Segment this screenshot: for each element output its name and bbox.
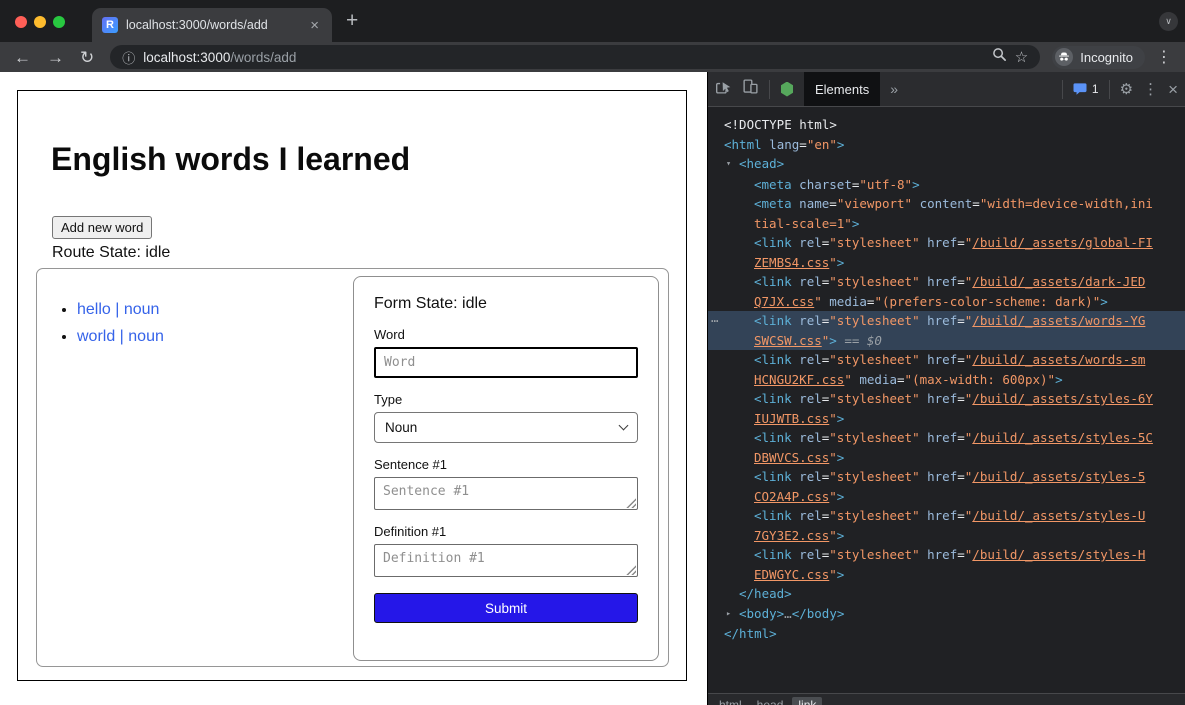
app-container: English words I learned Add new word Rou…	[17, 90, 687, 681]
url-path: /words/add	[230, 50, 296, 65]
definition-textarea[interactable]	[374, 544, 638, 577]
toolbar-separator	[1109, 80, 1110, 99]
toolbar-separator	[769, 80, 770, 99]
fullscreen-button[interactable]	[53, 16, 65, 28]
titlebar: R localhost:3000/words/add × + ∨	[0, 0, 1185, 42]
add-new-word-button[interactable]: Add new word	[52, 216, 152, 239]
inspect-element-icon[interactable]	[715, 78, 732, 100]
dom-tree-line[interactable]: </html>	[708, 624, 1185, 644]
dom-tree-line[interactable]: ▸<body>…</body>	[708, 604, 1185, 625]
issues-count: 1	[1092, 82, 1099, 96]
word-link[interactable]: world | noun	[77, 328, 164, 345]
bookmark-star-icon[interactable]: ☆	[1015, 48, 1028, 66]
url-host: localhost:3000	[143, 50, 230, 65]
dom-tree-line[interactable]: <link rel="stylesheet" href="/build/_ass…	[708, 467, 1185, 487]
dom-tree-line[interactable]: DBWVCS.css">	[708, 448, 1185, 468]
route-state-text: Route State: idle	[52, 244, 170, 262]
type-label: Type	[374, 392, 638, 407]
dom-tree-line[interactable]: <link rel="stylesheet" href="/build/_ass…	[708, 272, 1185, 292]
add-word-form: Form State: idle Word Type Noun Sentence…	[353, 276, 659, 661]
url-text: localhost:3000/words/add	[143, 50, 296, 65]
line-gutter-dots-icon[interactable]: ⋯	[711, 311, 718, 331]
forward-button[interactable]: →	[43, 49, 68, 66]
browser-window: R localhost:3000/words/add × + ∨ ← → ↻ ⓘ…	[0, 0, 1185, 705]
dom-tree-line[interactable]: SWCSW.css"> == $0	[708, 331, 1185, 351]
tab-elements[interactable]: Elements	[804, 72, 880, 106]
devtools-panel: Elements » 1 ⚙ ⋮ × <!DOCTYPE html><html …	[707, 72, 1185, 705]
tab-title: localhost:3000/words/add	[126, 18, 307, 32]
dom-tree-line[interactable]: <html lang="en">	[708, 135, 1185, 155]
word-input[interactable]	[374, 347, 638, 378]
dom-tree-line[interactable]: <link rel="stylesheet" href="/build/_ass…	[708, 428, 1185, 448]
address-bar[interactable]: ⓘ localhost:3000/words/add ☆	[110, 45, 1040, 69]
incognito-label: Incognito	[1080, 50, 1133, 65]
close-button[interactable]	[15, 16, 27, 28]
dom-tree-line[interactable]: <meta charset="utf-8">	[708, 175, 1185, 195]
browser-menu-icon[interactable]: ⋮	[1153, 47, 1175, 67]
dom-breadcrumbs: htmlheadlink	[708, 693, 1185, 705]
word-label: Word	[374, 327, 638, 342]
issues-button[interactable]: 1	[1073, 82, 1099, 96]
dom-tree-line[interactable]: IUJWTB.css">	[708, 409, 1185, 429]
more-panels-icon[interactable]: »	[890, 81, 898, 97]
page-info-icon[interactable]: ⓘ	[122, 48, 135, 67]
settings-gear-icon[interactable]: ⚙	[1120, 82, 1133, 97]
submit-button[interactable]: Submit	[374, 593, 638, 623]
web-page: English words I learned Add new word Rou…	[0, 72, 707, 705]
type-select-value: Noun	[385, 420, 620, 435]
issues-bubble-icon	[1073, 83, 1087, 96]
breadcrumb-item[interactable]: head	[751, 697, 790, 705]
dom-tree-line[interactable]: Q7JX.css" media="(prefers-color-scheme: …	[708, 292, 1185, 312]
extension-panel-icon[interactable]	[780, 82, 794, 97]
dom-tree-line[interactable]: ⋯<link rel="stylesheet" href="/build/_as…	[708, 311, 1185, 331]
dom-tree-line[interactable]: <link rel="stylesheet" href="/build/_ass…	[708, 545, 1185, 565]
device-toolbar-icon[interactable]	[742, 78, 759, 100]
tab-close-icon[interactable]: ×	[307, 16, 322, 35]
navigation-toolbar: ← → ↻ ⓘ localhost:3000/words/add ☆ Incog…	[0, 42, 1185, 72]
devtools-toolbar: Elements » 1 ⚙ ⋮ ×	[708, 72, 1185, 107]
devtools-menu-icon[interactable]: ⋮	[1143, 82, 1158, 97]
new-tab-button[interactable]: +	[346, 9, 358, 33]
sentence-textarea[interactable]	[374, 477, 638, 510]
dom-tree-line[interactable]: tial-scale=1">	[708, 214, 1185, 234]
toolbar-separator	[1062, 80, 1063, 99]
word-link[interactable]: hello | noun	[77, 301, 159, 318]
zoom-icon[interactable]	[992, 47, 1007, 67]
remix-favicon-icon: R	[102, 17, 118, 33]
tab-search-button[interactable]: ∨	[1159, 12, 1178, 31]
devtools-close-icon[interactable]: ×	[1168, 81, 1178, 98]
browser-tab[interactable]: R localhost:3000/words/add ×	[92, 8, 332, 42]
dom-tree-line[interactable]: 7GY3E2.css">	[708, 526, 1185, 546]
dom-tree-line[interactable]: HCNGU2KF.css" media="(max-width: 600px)"…	[708, 370, 1185, 390]
dom-tree-line[interactable]: </head>	[708, 584, 1185, 604]
dom-tree-line[interactable]: EDWGYC.css">	[708, 565, 1185, 585]
reload-button[interactable]: ↻	[76, 49, 98, 66]
incognito-icon	[1055, 48, 1073, 66]
incognito-badge: Incognito	[1052, 46, 1145, 69]
dom-tree-line[interactable]: <!DOCTYPE html>	[708, 115, 1185, 135]
dom-tree-line[interactable]: CO2A4P.css">	[708, 487, 1185, 507]
dom-tree-line[interactable]: ZEMBS4.css">	[708, 253, 1185, 273]
dom-tree-line[interactable]: <link rel="stylesheet" href="/build/_ass…	[708, 389, 1185, 409]
form-state-text: Form State: idle	[374, 295, 638, 313]
breadcrumb-item[interactable]: html	[713, 697, 748, 705]
dom-tree-line[interactable]: <link rel="stylesheet" href="/build/_ass…	[708, 233, 1185, 253]
page-title: English words I learned	[51, 141, 410, 178]
expand-arrow-closed-icon[interactable]: ▸	[726, 605, 739, 625]
elements-tree: <!DOCTYPE html><html lang="en">▾<head><m…	[708, 108, 1185, 693]
sentence-label: Sentence #1	[374, 457, 638, 472]
expand-arrow-open-icon[interactable]: ▾	[726, 155, 739, 175]
breadcrumb-item[interactable]: link	[792, 697, 822, 705]
dom-tree-line[interactable]: ▾<head>	[708, 154, 1185, 175]
dom-tree-line[interactable]: <link rel="stylesheet" href="/build/_ass…	[708, 506, 1185, 526]
minimize-button[interactable]	[34, 16, 46, 28]
words-panel: hello | noun world | noun Form State: idl…	[36, 268, 669, 667]
dom-tree-line[interactable]: <meta name="viewport" content="width=dev…	[708, 194, 1185, 214]
definition-label: Definition #1	[374, 524, 638, 539]
type-select[interactable]: Noun	[374, 412, 638, 443]
chevron-down-icon	[619, 421, 629, 431]
back-button[interactable]: ←	[10, 49, 35, 66]
dom-tree-line[interactable]: <link rel="stylesheet" href="/build/_ass…	[708, 350, 1185, 370]
